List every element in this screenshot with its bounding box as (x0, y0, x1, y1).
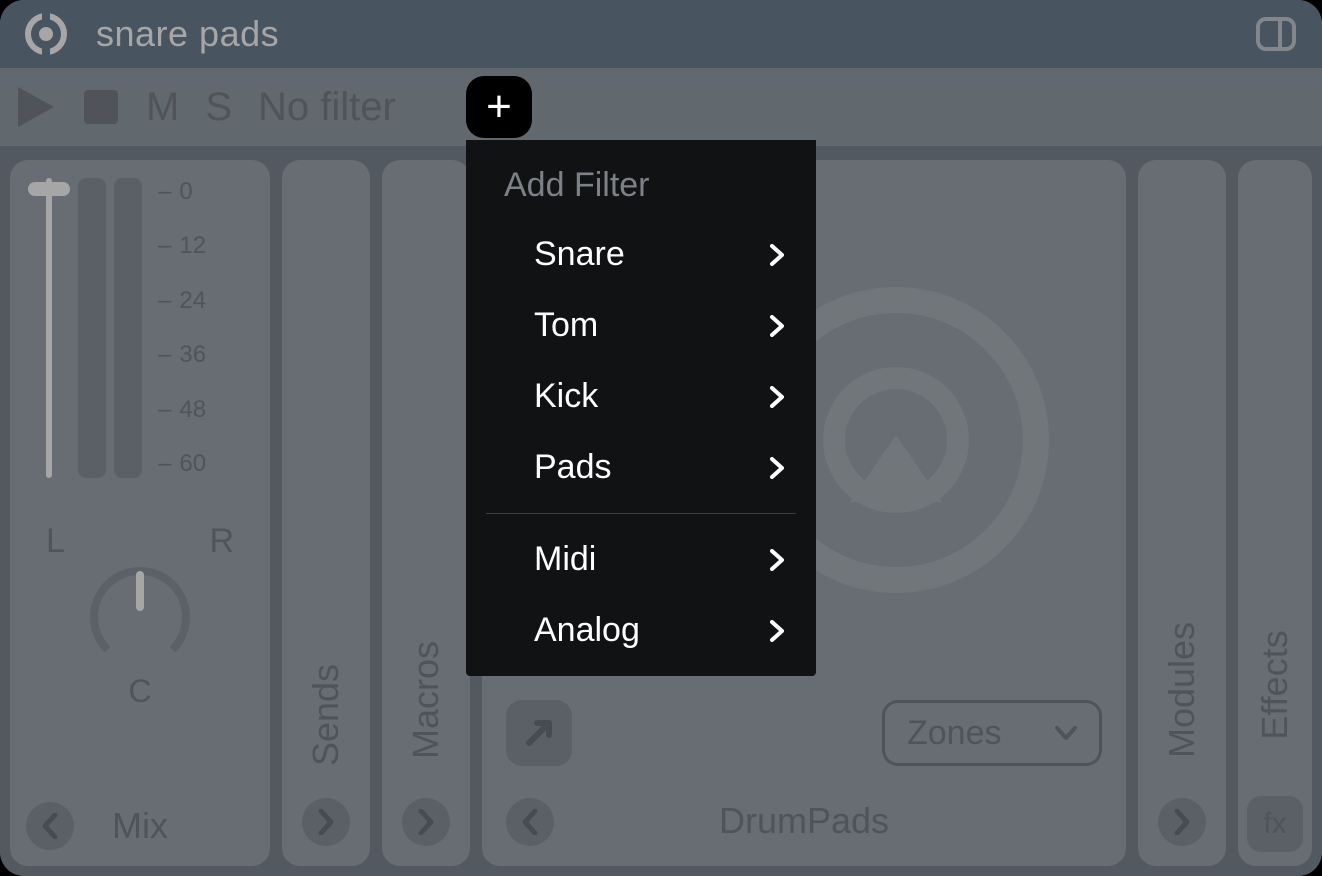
zones-select[interactable]: Zones (882, 700, 1102, 766)
menu-item-label: Kick (534, 377, 598, 416)
volume-fader[interactable] (28, 178, 70, 478)
stop-button[interactable] (82, 88, 120, 126)
play-button[interactable] (16, 85, 56, 129)
add-filter-menu: Add Filter Snare Tom Kick Pads Midi Anal… (466, 140, 816, 676)
menu-separator (486, 513, 796, 514)
drumpads-label: DrumPads (719, 800, 889, 842)
effects-panel: Effects fx (1238, 160, 1312, 866)
pan-labels: L R (28, 522, 252, 561)
chevron-right-icon (770, 386, 784, 408)
pan-knob[interactable] (90, 567, 190, 667)
pan-center-label: C (28, 673, 252, 710)
sends-next-button[interactable] (302, 798, 350, 846)
zones-label: Zones (907, 714, 1002, 753)
app-logo-icon (24, 12, 68, 56)
effects-label: Effects (1254, 630, 1296, 739)
chevron-down-icon (1055, 726, 1077, 740)
menu-item-label: Midi (534, 540, 596, 579)
transport-toolbar: M S No filter (0, 68, 1322, 146)
chevron-right-icon (770, 549, 784, 571)
menu-item-label: Tom (534, 306, 598, 345)
mix-panel: –0 –12 –24 –36 –48 –60 L R C Mix (10, 160, 270, 866)
mute-button[interactable]: M (146, 85, 179, 130)
modules-label: Modules (1161, 622, 1203, 758)
plus-icon: + (486, 85, 512, 129)
fader-area: –0 –12 –24 –36 –48 –60 (28, 178, 252, 488)
chevron-right-icon (770, 457, 784, 479)
meter-right (114, 178, 142, 478)
scale-36: 36 (179, 341, 206, 369)
macros-panel: Macros (382, 160, 470, 866)
menu-item-pads[interactable]: Pads (466, 432, 816, 503)
scale-12: 12 (179, 232, 206, 260)
scale-0: 0 (179, 178, 192, 206)
sends-panel: Sends (282, 160, 370, 866)
modules-panel: Modules (1138, 160, 1226, 866)
sends-label: Sends (305, 664, 347, 766)
menu-item-snare[interactable]: Snare (466, 219, 816, 290)
menu-title: Add Filter (466, 140, 816, 219)
fx-button[interactable]: fx (1247, 796, 1303, 852)
add-filter-button[interactable]: + (466, 76, 532, 138)
drumpads-prev-button[interactable] (506, 798, 554, 846)
scale-60: 60 (179, 450, 206, 478)
mix-prev-button[interactable] (26, 802, 74, 850)
titlebar: snare pads (0, 0, 1322, 68)
chevron-right-icon (770, 620, 784, 642)
scale-48: 48 (179, 396, 206, 424)
modules-next-button[interactable] (1158, 798, 1206, 846)
menu-item-midi[interactable]: Midi (466, 524, 816, 595)
menu-item-tom[interactable]: Tom (466, 290, 816, 361)
menu-item-label: Pads (534, 448, 612, 487)
macros-next-button[interactable] (402, 798, 450, 846)
pan-right-label: R (209, 522, 234, 561)
solo-button[interactable]: S (205, 85, 232, 130)
panel-toggle-icon[interactable] (1254, 12, 1298, 56)
macros-label: Macros (405, 641, 447, 759)
app-window: snare pads M S No filter (0, 0, 1322, 876)
menu-item-label: Analog (534, 611, 640, 650)
meter-left (78, 178, 106, 478)
chevron-right-icon (770, 315, 784, 337)
chevron-right-icon (770, 244, 784, 266)
expand-button[interactable] (506, 700, 572, 766)
menu-item-analog[interactable]: Analog (466, 595, 816, 666)
mix-label: Mix (112, 805, 168, 847)
db-scale: –0 –12 –24 –36 –48 –60 (150, 178, 206, 478)
preset-title[interactable]: snare pads (96, 13, 279, 55)
menu-item-label: Snare (534, 235, 625, 274)
menu-item-kick[interactable]: Kick (466, 361, 816, 432)
pan-left-label: L (46, 522, 65, 561)
filter-display[interactable]: No filter (258, 85, 396, 130)
scale-24: 24 (179, 287, 206, 315)
